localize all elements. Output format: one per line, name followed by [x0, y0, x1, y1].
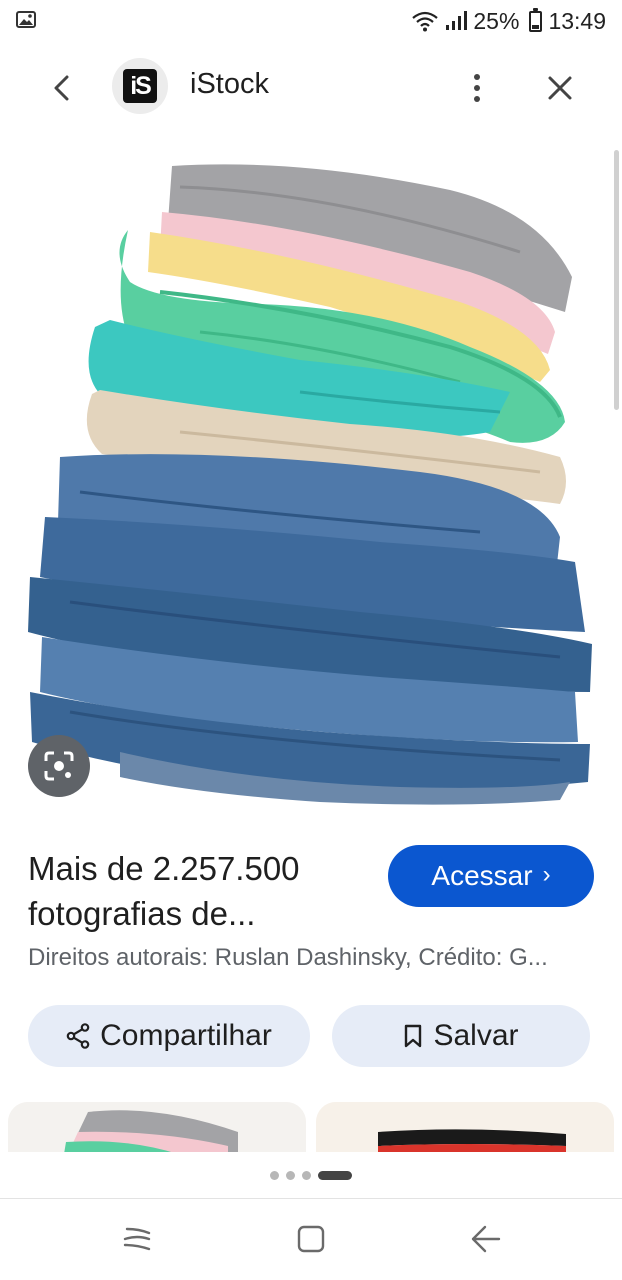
lens-icon	[44, 751, 74, 781]
istock-logo-icon: iS	[123, 69, 157, 103]
save-label: Salvar	[433, 1019, 519, 1052]
share-label: Compartilhar	[100, 1019, 272, 1052]
chevron-right-icon: ›	[542, 861, 551, 888]
clock: 13:49	[548, 7, 606, 34]
share-icon	[66, 1023, 90, 1049]
page-dot	[270, 1170, 279, 1180]
site-name[interactable]: iStock	[190, 68, 269, 101]
recents-button[interactable]	[115, 1219, 159, 1259]
recents-icon	[123, 1227, 151, 1251]
status-right: 25% 13:49	[411, 6, 606, 36]
related-thumbnail[interactable]	[8, 1102, 306, 1154]
clothes-stack-image	[28, 164, 592, 805]
more-vert-icon	[474, 74, 480, 80]
result-title: Mais de 2.257.500 fotografias de...	[28, 850, 300, 932]
site-logo: iS	[112, 58, 168, 114]
thumbnail-image	[8, 1102, 306, 1154]
page-dot	[286, 1170, 295, 1180]
battery-percent: 25%	[473, 7, 520, 34]
system-nav-bar	[0, 1199, 622, 1280]
battery-icon	[529, 7, 543, 32]
back-nav-icon	[471, 1225, 501, 1253]
pagination-dots	[0, 1152, 622, 1198]
share-button[interactable]: Compartilhar	[28, 1005, 310, 1067]
gallery-icon	[16, 11, 36, 28]
related-thumbnail[interactable]	[316, 1102, 614, 1154]
bookmark-icon	[405, 1024, 422, 1048]
signal-icon	[446, 11, 468, 30]
visit-label: Acessar	[431, 860, 533, 891]
viewer-header: iS iStock	[0, 42, 622, 130]
thumbnail-image	[316, 1102, 614, 1154]
scrollbar[interactable]	[614, 150, 619, 410]
back-button[interactable]	[40, 66, 84, 110]
home-button[interactable]	[289, 1219, 333, 1259]
back-nav-button[interactable]	[463, 1219, 507, 1259]
page-dot-active	[318, 1170, 352, 1180]
result-image[interactable]	[0, 132, 612, 824]
lens-button[interactable]	[28, 735, 90, 797]
close-button[interactable]	[538, 66, 582, 110]
more-options-button[interactable]	[460, 66, 494, 110]
status-bar: 25% 13:49	[0, 0, 622, 42]
image-credits: Direitos autorais: Ruslan Dashinsky, Cré…	[28, 944, 548, 971]
back-arrow-icon	[54, 75, 69, 101]
wifi-icon	[412, 11, 439, 32]
page-dot	[302, 1170, 311, 1180]
save-button[interactable]: Salvar	[332, 1005, 590, 1067]
close-icon	[548, 76, 572, 100]
home-icon	[297, 1225, 325, 1253]
visit-button[interactable]: Acessar ›	[388, 845, 594, 907]
